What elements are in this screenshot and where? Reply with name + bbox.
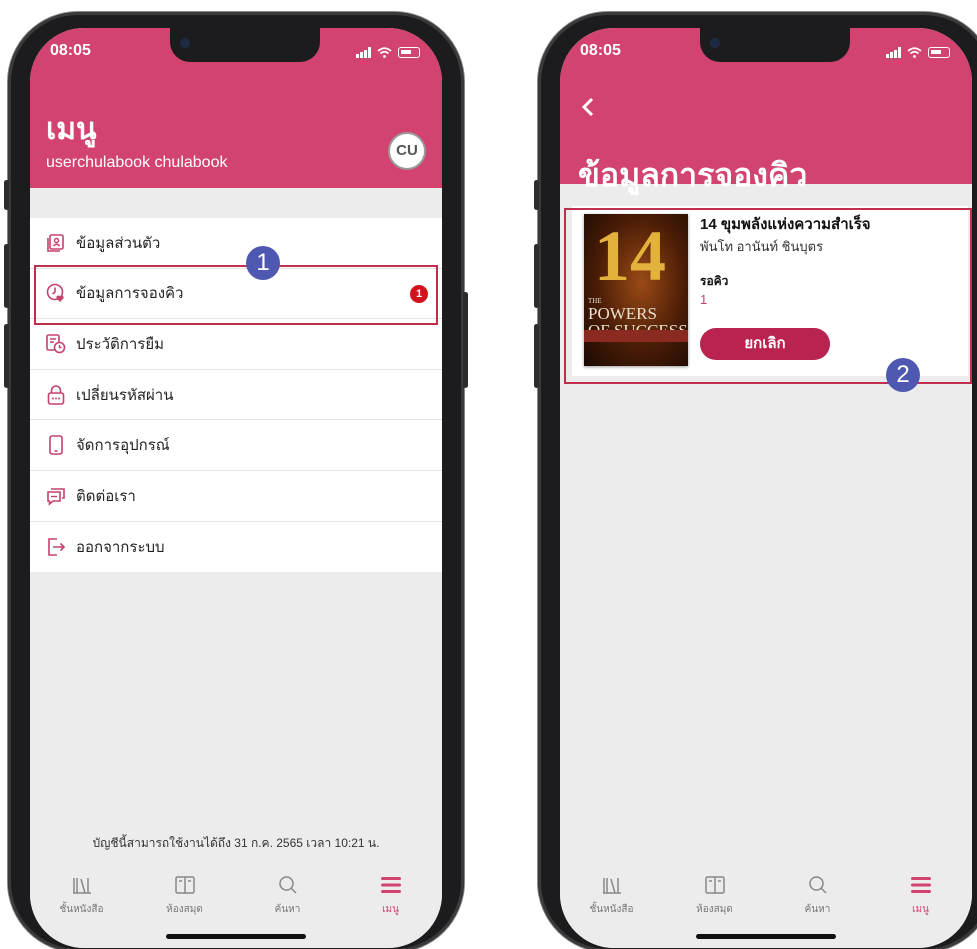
home-indicator[interactable] <box>696 934 836 939</box>
notch <box>700 28 850 62</box>
volume-up-button <box>4 244 9 308</box>
history-icon <box>46 334 66 354</box>
logout-icon <box>46 537 66 557</box>
chevron-left-icon <box>581 97 594 117</box>
menu-item-logout[interactable]: ออกจากระบบ <box>30 522 442 573</box>
status-time: 08:05 <box>50 42 91 59</box>
tab-label: ค้นหา <box>804 904 831 915</box>
back-button[interactable] <box>578 96 600 118</box>
bookshelf-icon <box>71 874 93 896</box>
search-icon <box>277 874 299 896</box>
power-button <box>463 292 468 388</box>
menu-item-label: ออกจากระบบ <box>76 538 165 556</box>
wifi-icon <box>377 47 392 58</box>
step-marker-2: 2 <box>886 358 920 392</box>
highlight-box-booking-card <box>564 208 972 384</box>
menu-item-change-password[interactable]: เปลี่ยนรหัสผ่าน <box>30 370 442 421</box>
mute-switch <box>4 180 9 210</box>
cu-logo-icon: CU <box>388 132 426 170</box>
battery-icon <box>398 47 420 59</box>
signal-icon <box>355 47 371 59</box>
search-icon <box>807 874 829 896</box>
volume-down-button <box>4 324 9 388</box>
profile-icon <box>46 233 66 253</box>
tab-menu[interactable]: เมนู <box>339 864 442 948</box>
library-icon <box>174 874 196 896</box>
home-indicator[interactable] <box>166 934 306 939</box>
screen-booking: 08:05 ข้อมูลการจองคิว 14 THE POWERS OF S… <box>560 28 972 948</box>
tab-label: ชั้นหนังสือ <box>589 904 634 915</box>
tab-label: เมนู <box>912 904 929 915</box>
wifi-icon <box>907 47 922 58</box>
menu-item-contact[interactable]: ติดต่อเรา <box>30 471 442 522</box>
volume-down-button <box>534 324 539 388</box>
tab-label: เมนู <box>382 904 399 915</box>
tab-bookshelf[interactable]: ชั้นหนังสือ <box>30 864 133 948</box>
menu-item-profile[interactable]: ข้อมูลส่วนตัว <box>30 218 442 269</box>
menu-item-label: เปลี่ยนรหัสผ่าน <box>76 386 174 404</box>
device-icon <box>46 435 66 455</box>
menu-item-devices[interactable]: จัดการอุปกรณ์ <box>30 420 442 471</box>
screen-menu: 08:05 เมนู userchulabook chulabook CU ข้… <box>30 28 442 948</box>
front-camera <box>710 38 720 48</box>
menu-icon <box>910 874 932 896</box>
phone-left: 08:05 เมนู userchulabook chulabook CU ข้… <box>4 12 468 949</box>
tab-label: ค้นหา <box>274 904 301 915</box>
status-icons <box>355 44 420 59</box>
signal-icon <box>885 47 901 59</box>
notch <box>170 28 320 62</box>
account-expiry-note: บัญชีนี้สามารถใช้งานได้ถึง 31 ก.ค. 2565 … <box>92 836 380 850</box>
mute-switch <box>534 180 539 210</box>
tab-bookshelf[interactable]: ชั้นหนังสือ <box>560 864 663 948</box>
tab-label: ห้องสมุด <box>696 904 733 915</box>
menu-item-label: ประวัติการยืม <box>76 335 165 353</box>
volume-up-button <box>534 244 539 308</box>
tab-label: ชั้นหนังสือ <box>59 904 104 915</box>
front-camera <box>180 38 190 48</box>
bookshelf-icon <box>601 874 623 896</box>
step-marker-1: 1 <box>246 246 280 280</box>
status-icons <box>885 44 950 59</box>
lock-icon <box>46 384 66 405</box>
battery-icon <box>928 47 950 59</box>
status-time: 08:05 <box>580 42 621 59</box>
menu-icon <box>380 874 402 896</box>
menu-item-label: จัดการอุปกรณ์ <box>76 437 170 455</box>
chat-icon <box>46 486 66 506</box>
menu-item-label: ติดต่อเรา <box>76 487 136 505</box>
user-name: userchulabook chulabook <box>46 154 228 171</box>
page-title: ข้อมูลการจองคิว <box>578 157 808 193</box>
highlight-box-booking <box>34 265 438 325</box>
page-title: เมนู <box>46 113 97 146</box>
menu-item-label: ข้อมูลส่วนตัว <box>76 234 161 252</box>
menu-item-history[interactable]: ประวัติการยืม <box>30 319 442 370</box>
phone-right: 08:05 ข้อมูลการจองคิว 14 THE POWERS OF S… <box>534 12 977 949</box>
tab-menu[interactable]: เมนู <box>869 864 972 948</box>
library-icon <box>704 874 726 896</box>
tab-label: ห้องสมุด <box>166 904 203 915</box>
